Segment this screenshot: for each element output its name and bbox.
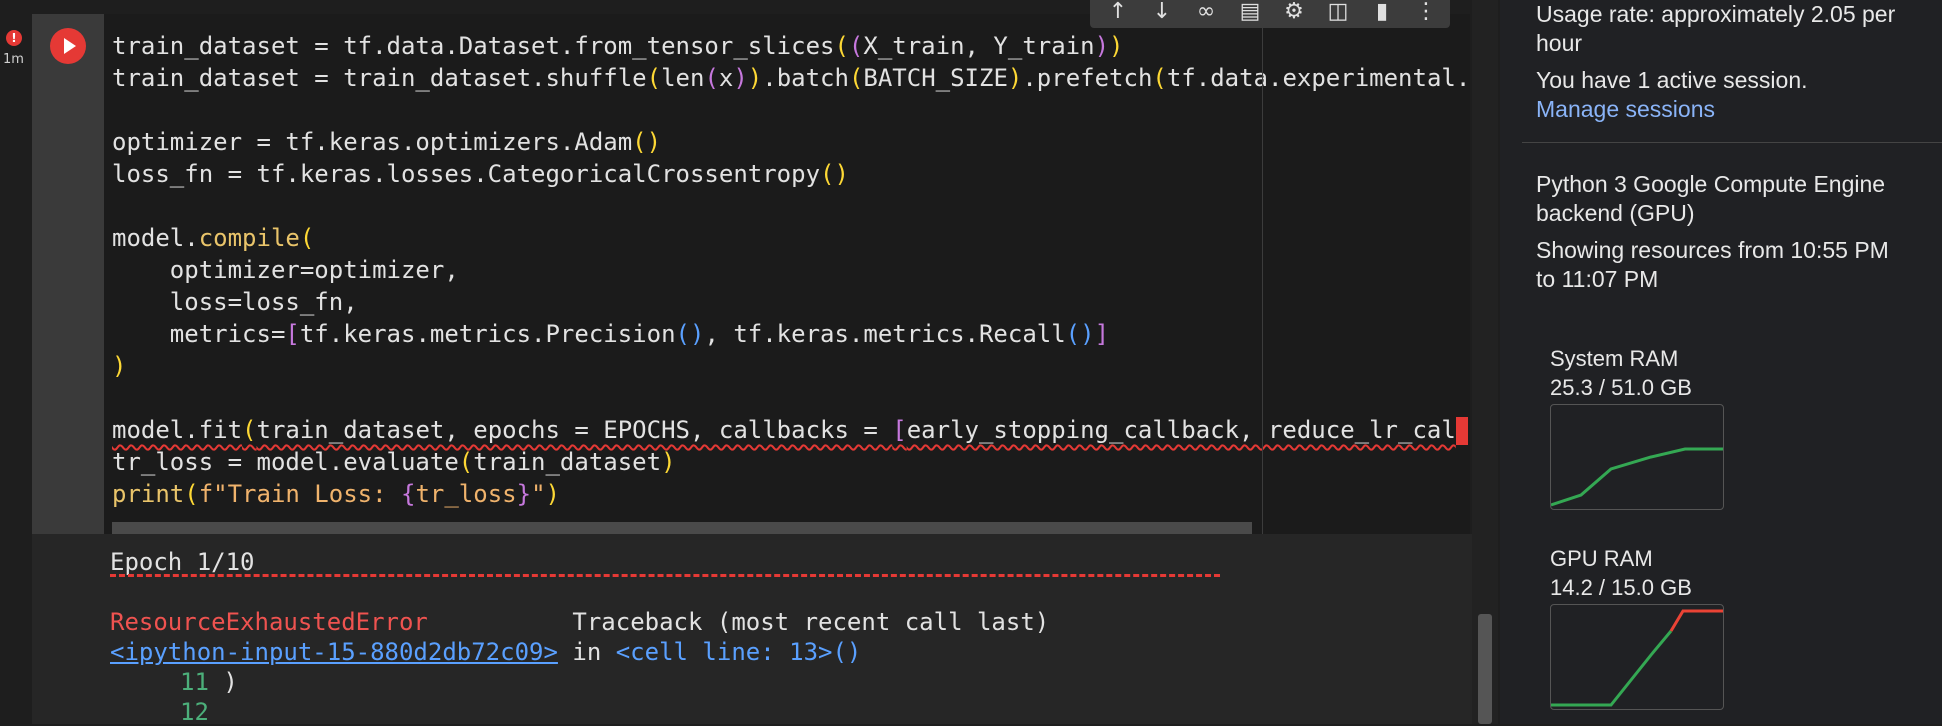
line-number: 11 [180,668,209,696]
code-line-15: print(f"Train Loss: {tr_loss}") [112,480,560,508]
system-ram-label: System RAM [1550,346,1679,371]
code-line-4: optimizer = tf.keras.optimizers.Adam() [112,128,662,156]
vertical-scrollbar-thumb[interactable] [1478,614,1492,724]
code-line-5: loss_fn = tf.keras.losses.CategoricalCro… [112,160,849,188]
arrow-down-icon[interactable]: ↓ [1148,0,1176,24]
ruler-line [1262,14,1263,534]
error-header: ResourceExhaustedError Traceback (most r… [110,608,1049,636]
code-line-7: model.compile( [112,224,315,252]
usage-rate-line-1: Usage rate: approximately 2.05 per [1536,1,1896,27]
gpu-ram-chart [1550,604,1724,710]
gpu-ram-series [1551,630,1673,707]
code-line-2: train_dataset = train_dataset.shuffle(le… [112,64,1470,92]
active-session-text: You have 1 active session. [1536,67,1808,93]
system-ram-sparkline [1550,447,1723,507]
code-line-9: loss=loss_fn, [112,288,358,316]
system-ram-series [1550,447,1723,507]
error-badge-icon: ! [6,30,22,46]
cell-line-ref: <cell line: 13>() [615,638,862,666]
traceback-location: <ipython-input-15-880d2db72c09> in <cell… [110,638,861,666]
system-ram-value: 25.3 / 51.0 GB [1550,375,1692,400]
traceback-label: Traceback (most recent call last) [572,608,1050,636]
epoch-line: Epoch 1/10 [110,548,255,576]
traceback-spacer [428,608,573,636]
text-cursor [1455,417,1468,445]
in-text: in [557,638,616,666]
traceback-line-12: 12 [180,698,209,726]
code-editor[interactable]: train_dataset = tf.data.Dataset.from_ten… [104,14,1470,534]
backend-line-2: backend (GPU) [1536,200,1695,226]
code-line-1: train_dataset = tf.data.Dataset.from_ten… [112,32,1124,60]
usage-rate-line-2: hour [1536,30,1583,56]
play-icon [64,38,76,54]
more-vert-icon[interactable]: ⋮ [1412,0,1440,24]
manage-sessions-link[interactable]: Manage sessions [1536,95,1715,124]
showing-resources-line-1: Showing resources from 10:55 PM [1536,237,1889,263]
code-line-14: tr_loss = model.evaluate(train_dataset) [112,448,676,476]
mirror-cell-icon[interactable]: ◫ [1324,0,1352,24]
arrow-up-icon[interactable]: ↑ [1104,0,1132,24]
gear-icon[interactable]: ⚙ [1280,0,1308,24]
ipython-input-link[interactable]: <ipython-input-15-880d2db72c09> [110,638,558,666]
code-line-10: metrics=[tf.keras.metrics.Precision(), t… [112,320,1110,348]
cell-gutter: ! 1m [0,0,32,724]
gpu-ram-value: 14.2 / 15.0 GB [1550,575,1692,600]
comment-icon[interactable]: ▤ [1236,0,1264,24]
run-cell-button[interactable] [50,28,86,64]
gpu-ram-label: GPU RAM [1550,546,1653,571]
error-separator [110,574,1220,577]
line-code: ) [208,668,238,696]
panel-divider [1522,142,1942,143]
cell-toolbar: ↑ ↓ ∞ ▤ ⚙ ◫ ▮ ⋮ [1090,0,1450,28]
showing-resources-line-2: to 11:07 PM [1536,266,1659,292]
link-icon[interactable]: ∞ [1192,0,1220,24]
cell-left-strip [32,14,104,534]
line-number: 12 [180,698,209,726]
resources-panel: Usage rate: approximately 2.05 per hour … [1500,0,1942,724]
backend-line-1: Python 3 Google Compute Engine [1536,171,1886,197]
error-name: ResourceExhaustedError [110,608,428,636]
execution-time: 1m [3,52,24,67]
horizontal-scrollbar[interactable] [112,522,1252,534]
code-line-13: model.fit(train_dataset, epochs = EPOCHS… [112,416,1468,445]
gpu-ram-peak-series [1669,609,1723,632]
code-line-11: ) [112,352,127,380]
gpu-ram-sparkline [1551,609,1723,707]
system-ram-chart [1550,404,1724,510]
trash-icon[interactable]: ▮ [1368,0,1396,24]
traceback-line-11: 11 ) [180,668,238,696]
cell-output: Epoch 1/10 ResourceExhaustedError Traceb… [32,534,1472,726]
code-line-8: optimizer=optimizer, [112,256,459,284]
